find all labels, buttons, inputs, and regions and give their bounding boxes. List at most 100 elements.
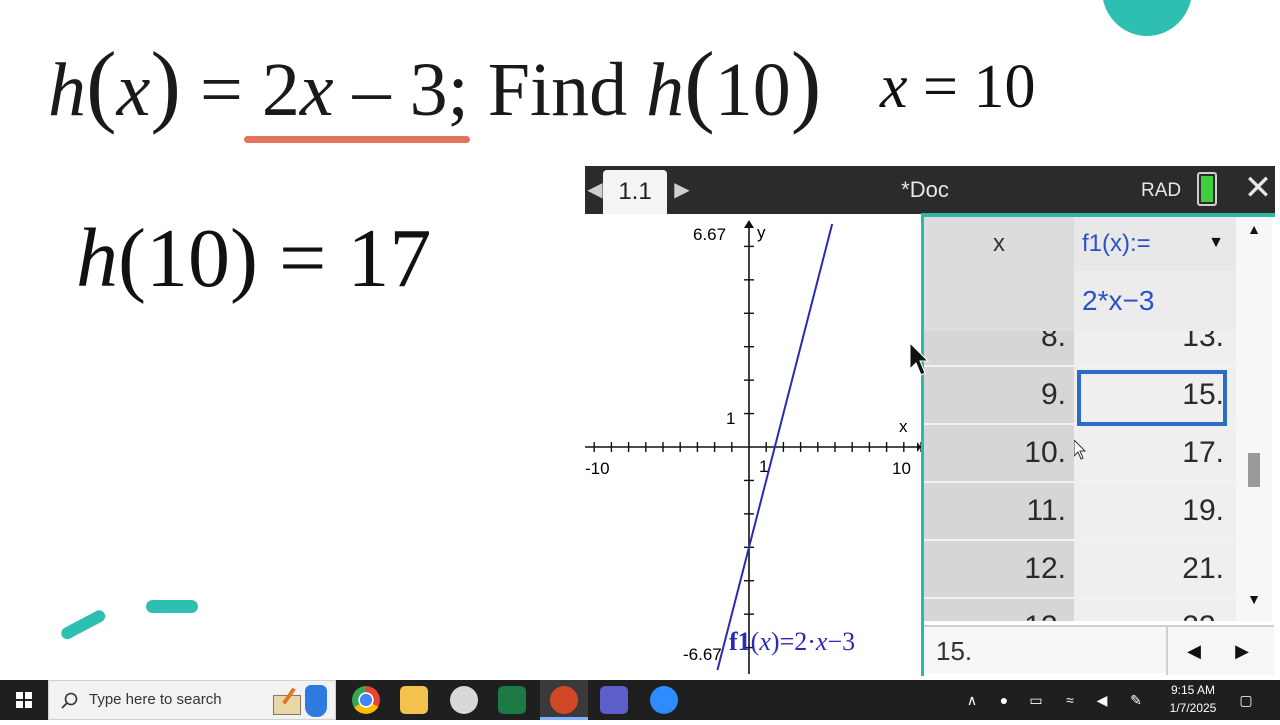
cell-x[interactable]: 11.: [924, 483, 1074, 539]
nav-right-icon[interactable]: ▶: [1230, 637, 1254, 665]
windows-logo-icon: [16, 692, 32, 708]
paren-close-2: ): [790, 33, 822, 135]
answer-h: h: [76, 212, 118, 305]
clock-time[interactable]: 9:15 AM: [1158, 683, 1228, 697]
x-axis-name: x: [899, 417, 908, 436]
tab-page[interactable]: 1.1: [603, 170, 667, 214]
x-one-label: 1: [759, 457, 768, 476]
windows-start-button[interactable]: [0, 680, 48, 720]
cell-x[interactable]: 10.: [924, 425, 1074, 481]
answer-line: h(10) = 17: [76, 210, 431, 307]
expr-variable: x: [299, 48, 334, 132]
answer-rest: (10) = 17: [118, 212, 432, 305]
file-explorer-icon[interactable]: [400, 686, 428, 714]
scroll-thumb[interactable]: [1248, 453, 1260, 487]
scroll-down-icon[interactable]: ▼: [1236, 591, 1272, 615]
teal-circle-decoration: [1102, 0, 1192, 36]
search-placeholder: Type here to search: [89, 691, 222, 708]
table-row[interactable]: 11. 19.: [924, 483, 1236, 541]
column-header-x[interactable]: x: [924, 217, 1074, 271]
cell-x[interactable]: 13.: [924, 599, 1074, 621]
paren-close: ): [150, 33, 182, 135]
notifications-icon[interactable]: ▢: [1236, 690, 1256, 710]
excel-icon[interactable]: [498, 686, 526, 714]
battery-tray-icon[interactable]: ▭: [1026, 690, 1046, 710]
zoom-icon[interactable]: [650, 686, 678, 714]
calculator-titlebar: ◀ 1.1 ▶ *Doc RAD ✕: [585, 166, 1275, 214]
problem-find-word: Find: [487, 48, 628, 132]
chrome-icon[interactable]: [352, 686, 380, 714]
table-scrollbar[interactable]: ▲ ▼: [1236, 217, 1272, 621]
windows-taskbar: Type here to search ∧ ● ▭ ≈ ◀ ✎ 9:15 AM …: [0, 680, 1280, 720]
paren-open: (: [86, 33, 117, 135]
y-min-label: -6.67: [683, 645, 722, 664]
mouse-pointer-small-icon: [1074, 440, 1087, 460]
whiteboard-app-icon[interactable]: [271, 685, 301, 715]
tab-next-icon[interactable]: ▶: [673, 176, 691, 204]
cell-x[interactable]: 12.: [924, 541, 1074, 597]
taskbar-search-box[interactable]: Type here to search: [48, 680, 336, 720]
volume-icon[interactable]: ◀: [1092, 690, 1112, 710]
x-max-label: 10: [892, 459, 911, 478]
y-max-label: 6.67: [693, 225, 726, 244]
snipping-tool-icon[interactable]: [450, 686, 478, 714]
wifi-icon[interactable]: ≈: [1060, 690, 1080, 710]
problem-x: x: [116, 48, 151, 132]
table-row[interactable]: 13.23.: [924, 599, 1236, 621]
teams-icon[interactable]: [600, 686, 628, 714]
cell-fx[interactable]: 19.: [1074, 483, 1236, 539]
expression-underline: [244, 136, 470, 143]
cell-fx[interactable]: 23.: [1074, 599, 1236, 621]
x-min-label: -10: [585, 459, 610, 478]
y-axis-name: y: [757, 223, 766, 242]
battery-icon: [1197, 172, 1217, 206]
pen-stroke: [146, 600, 198, 613]
paren-open-2: (: [684, 33, 715, 135]
given-x-value: x = 10: [880, 52, 1036, 123]
table-pane[interactable]: x f1(x):= ▼ 2*x−3 8. 13. 9. 15. 10. 17. 11. 19.…: [921, 217, 1275, 676]
document-title: *Doc: [901, 177, 949, 202]
problem-semicolon: ;: [447, 48, 469, 132]
cell-x[interactable]: 8.: [924, 331, 1074, 365]
problem-h: h: [48, 48, 86, 132]
clock-date[interactable]: 1/7/2025: [1158, 701, 1228, 715]
pen-stroke: [59, 608, 108, 642]
calculator-window: ◀ 1.1 ▶ *Doc RAD ✕ 6.67 y x -10 10 1 1 -…: [585, 166, 1275, 676]
cell-fx[interactable]: 21.: [1074, 541, 1236, 597]
given-x-rest: = 10: [907, 53, 1036, 121]
column-dropdown-icon[interactable]: ▼: [1206, 231, 1226, 255]
definition-cell-function[interactable]: 2*x−3: [1074, 271, 1236, 331]
pen-icon[interactable]: ✎: [1126, 690, 1146, 710]
search-icon: [61, 692, 78, 709]
scroll-up-icon[interactable]: ▲: [1236, 221, 1272, 245]
cell-x[interactable]: 9.: [924, 367, 1074, 423]
expr-coefficient: 2: [261, 48, 300, 132]
close-icon[interactable]: ✕: [1243, 170, 1273, 206]
microphone-icon[interactable]: ●: [994, 690, 1014, 710]
powerpoint-icon[interactable]: [550, 686, 578, 714]
y-axis-arrow-icon: [744, 220, 754, 228]
problem-equals: =: [200, 48, 243, 132]
cell-fx[interactable]: 17.: [1074, 425, 1236, 481]
graph-pane[interactable]: 6.67 y x -10 10 1 1 -6.67 f1(x)=2·x−3: [585, 218, 921, 676]
cell-fx[interactable]: 13.: [1074, 331, 1236, 365]
show-hidden-icons-icon[interactable]: ∧: [962, 690, 982, 710]
selected-cell-highlight: [1077, 370, 1227, 426]
entry-navigation: ◀ ▶: [1166, 625, 1274, 675]
table-row[interactable]: 8. 13.: [924, 331, 1236, 367]
mouse-pointer-icon: [910, 343, 930, 376]
angle-mode: RAD: [1141, 180, 1182, 201]
problem-statement: h(x) = 2x – 3; Find h(10): [48, 38, 821, 130]
expr-constant: – 3: [333, 48, 448, 132]
definition-cell-x[interactable]: [924, 271, 1074, 331]
nav-left-icon[interactable]: ◀: [1182, 637, 1206, 665]
tab-prev-icon[interactable]: ◀: [587, 176, 603, 204]
bottle-app-icon[interactable]: [305, 685, 327, 717]
problem-h2: h: [646, 48, 685, 132]
given-x-var: x: [880, 53, 908, 121]
function-label: f1(x)=2·x−3: [729, 627, 855, 656]
y-one-label: 1: [726, 409, 735, 428]
table-row[interactable]: 12. 21.: [924, 541, 1236, 599]
problem-arg: 10: [714, 48, 791, 132]
cell-entry-line[interactable]: 15.: [924, 625, 1166, 673]
